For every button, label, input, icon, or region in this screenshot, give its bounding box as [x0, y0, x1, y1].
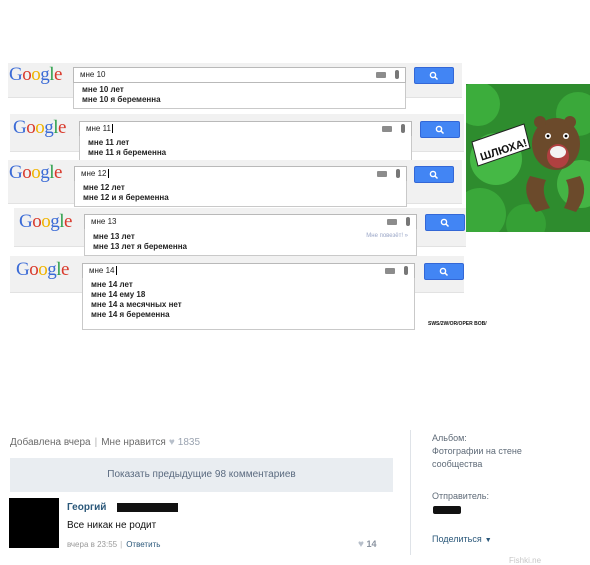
suggestion-list: мне 11 лет мне 11 я беременна: [79, 136, 412, 162]
search-button[interactable]: [414, 67, 454, 84]
keyboard-icon[interactable]: [382, 126, 392, 132]
bear-meme-image: ШЛЮХА!: [466, 84, 590, 232]
google-logo: Google: [16, 259, 69, 280]
magnifier-icon: [439, 267, 449, 277]
suggestion-list: мне 14 лет мне 14 ему 18 мне 14 а месячн…: [82, 278, 415, 330]
added-date: Добавлена вчера: [10, 437, 91, 448]
google-logo: Google: [13, 117, 66, 138]
dropdown-arrow-icon: ▼: [484, 537, 492, 544]
keyboard-icon[interactable]: [387, 219, 397, 225]
magnifier-icon: [435, 125, 445, 135]
comment-meta: вчера в 23:55 | Ответить: [67, 540, 161, 549]
suggestion-item[interactable]: мне 14 ему 18: [83, 290, 414, 300]
search-button[interactable]: [420, 121, 460, 138]
post-meta: Добавлена вчера | Мне нравится ♥ 1835: [10, 437, 201, 448]
divider: [410, 430, 411, 555]
suggestion-list: мне 12 лет мне 12 и я беременна: [74, 181, 407, 207]
magnifier-icon: [440, 218, 450, 228]
search-input[interactable]: мне 12: [74, 166, 407, 182]
google-logo: Google: [19, 211, 72, 232]
share-button[interactable]: Поделиться ▼: [432, 534, 492, 544]
magnifier-icon: [429, 170, 439, 180]
suggestion-item[interactable]: мне 10 я беременна: [74, 95, 405, 105]
mic-icon[interactable]: [396, 169, 400, 178]
suggestion-item[interactable]: мне 11 я беременна: [80, 148, 411, 158]
search-button[interactable]: [414, 166, 454, 183]
heart-icon[interactable]: ♥: [169, 437, 175, 448]
mic-icon[interactable]: [395, 70, 399, 79]
search-button[interactable]: [425, 214, 465, 231]
search-input[interactable]: мне 10: [73, 67, 406, 83]
album-info: Альбом: Фотографии на стене сообщества: [432, 432, 562, 471]
suggestion-list: мне 13 лет мне 13 лет я беременна Мне по…: [84, 229, 417, 256]
suggestion-item[interactable]: мне 14 лет: [83, 280, 414, 290]
keyboard-icon[interactable]: [377, 171, 387, 177]
search-button[interactable]: [424, 263, 464, 280]
album-name-link[interactable]: Фотографии на стене сообщества: [432, 445, 562, 471]
image-credit: SWS/2W/OR/OPER BOB/: [428, 321, 487, 327]
search-input[interactable]: мне 13: [84, 214, 417, 230]
suggestion-item[interactable]: мне 10 лет: [74, 85, 405, 95]
like-button[interactable]: Мне нравится: [101, 437, 166, 448]
avatar[interactable]: [9, 498, 59, 548]
keyboard-icon[interactable]: [385, 268, 395, 274]
suggestion-item[interactable]: мне 12 лет: [75, 183, 406, 193]
search-input[interactable]: мне 11: [79, 121, 412, 137]
comment-text: Все никак не родит: [67, 520, 157, 531]
google-logo: Google: [9, 162, 62, 183]
keyboard-icon[interactable]: [376, 72, 386, 78]
google-logo: Google: [9, 64, 62, 85]
comment-like[interactable]: ♥ 14: [358, 539, 376, 550]
suggestion-item[interactable]: мне 11 лет: [80, 138, 411, 148]
album-label: Альбом:: [432, 433, 467, 443]
mic-icon[interactable]: [404, 266, 408, 275]
search-input[interactable]: мне 14: [82, 263, 415, 279]
feeling-lucky-link[interactable]: Мне повезёт! »: [366, 233, 408, 239]
suggestion-item[interactable]: мне 14 а месячных нет: [83, 300, 414, 310]
sender-label: Отправитель:: [432, 491, 489, 501]
suggestion-item[interactable]: мне 12 и я беременна: [75, 193, 406, 203]
redacted-sender[interactable]: [433, 506, 461, 514]
suggestion-item[interactable]: мне 14 я беременна: [83, 310, 414, 320]
show-more-comments-button[interactable]: Показать предыдущие 98 комментариев: [10, 458, 393, 492]
mic-icon[interactable]: [406, 217, 410, 226]
reply-link[interactable]: Ответить: [126, 540, 160, 549]
heart-icon[interactable]: ♥: [358, 539, 364, 550]
magnifier-icon: [429, 71, 439, 81]
like-count: 1835: [177, 437, 201, 448]
comment-date[interactable]: вчера в 23:55: [67, 540, 117, 549]
comment-like-count: 14: [366, 539, 377, 549]
suggestion-item[interactable]: мне 13 лет я беременна: [85, 242, 416, 252]
mic-icon[interactable]: [401, 124, 405, 133]
comment-author[interactable]: Георгий: [67, 502, 106, 513]
watermark-text: Fishki.ne: [509, 556, 542, 565]
redacted-surname: [117, 503, 178, 512]
suggestion-list: мне 10 лет мне 10 я беременна: [73, 83, 406, 109]
